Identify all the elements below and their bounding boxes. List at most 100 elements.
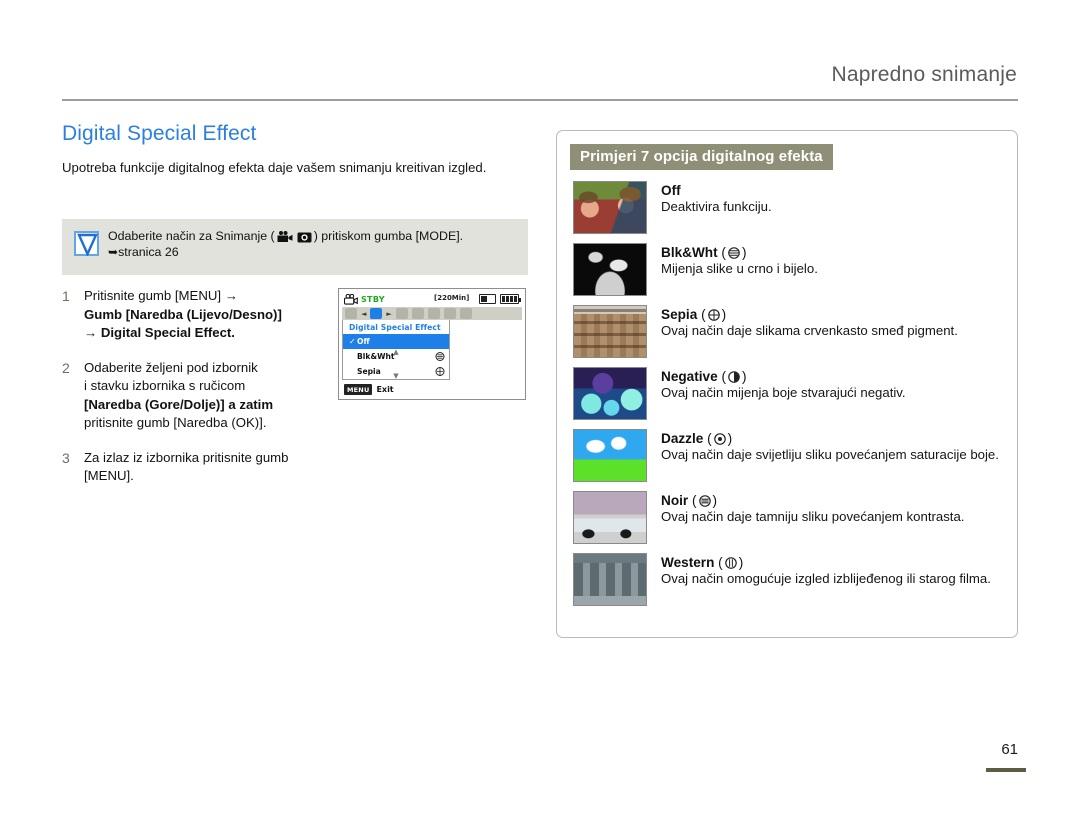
chevron-left-icon[interactable]: ◄ xyxy=(361,310,366,318)
steps-list: 1 Pritisnite gumb [MENU] → Gumb [Naredba… xyxy=(62,287,332,502)
effect-text: Sepia () Ovaj način daje slikama crvenka… xyxy=(661,305,958,358)
step-line: → Digital Special Effect. xyxy=(84,325,235,340)
step-text: Za izlaz iz izbornika pritisnite gumb [M… xyxy=(84,449,332,486)
tip-text-before: Odaberite način za Snimanje ( xyxy=(108,229,275,243)
effect-description: Ovaj način mijenja boje stvarajući negat… xyxy=(661,385,906,400)
effect-item-dazzle: Dazzle () Ovaj način daje svijetliju sli… xyxy=(573,429,1003,482)
step-line: Za izlaz iz izbornika pritisnite gumb [M… xyxy=(84,449,289,484)
lcd-record-time: [220Min] xyxy=(434,294,470,302)
effect-text: Noir () Ovaj način daje tamniju sliku po… xyxy=(661,491,964,544)
tab-grid-icon[interactable] xyxy=(443,308,456,319)
lcd-menu-panel: Digital Special Effect ✓ Off ▲ Blk&Wht S… xyxy=(342,320,450,380)
chevron-right-icon[interactable]: ► xyxy=(386,310,391,318)
camcorder-icon xyxy=(344,293,358,305)
page-number: 61 xyxy=(1001,741,1018,758)
step-number: 2 xyxy=(62,359,70,376)
thumbnail-sepia xyxy=(573,305,647,358)
tip-page-label: stranica 26 xyxy=(118,244,179,259)
lcd-menu-item-off[interactable]: ✓ Off xyxy=(343,334,449,349)
lcd-tab-bar[interactable]: ◄ ► xyxy=(342,306,522,320)
effect-description: Ovaj način daje tamniju sliku povećanjem… xyxy=(661,509,965,524)
tip-text-after-label: ) pritiskom gumba [MODE]. xyxy=(313,229,464,243)
effect-item-blk-wht: Blk&Wht () Mijenja slike u crno i bijelo… xyxy=(573,243,1003,296)
effect-name-label: Sepia xyxy=(661,307,698,322)
manual-page: Napredno snimanje Digital Special Effect… xyxy=(0,0,1080,825)
intro-paragraph: Upotreba funkcije digitalnog efekta daje… xyxy=(62,160,487,175)
tip-page-reference: ➥stranica 26 xyxy=(108,245,463,261)
dial-icon xyxy=(724,557,737,569)
effect-item-noir: Noir () Ovaj način daje tamniju sliku po… xyxy=(573,491,1003,544)
dial-icon xyxy=(728,371,740,383)
effect-name: Negative () xyxy=(661,368,906,385)
page-title: Digital Special Effect xyxy=(62,122,257,145)
effect-icon-paren: () xyxy=(707,431,733,446)
lcd-status-text: STBY xyxy=(361,294,385,304)
lcd-exit-hint[interactable]: MENU Exit xyxy=(344,384,394,395)
thumbnail-western xyxy=(573,553,647,606)
photo-camera-icon xyxy=(297,232,312,243)
check-mark-icon xyxy=(74,231,99,256)
dial-icon xyxy=(713,433,726,445)
tab-list-icon[interactable] xyxy=(427,308,440,319)
battery-icon xyxy=(500,294,521,304)
tab-camera-icon[interactable] xyxy=(345,308,357,319)
thumbnail-negative xyxy=(573,367,647,420)
step-line: Odaberite željeni pod izbornik xyxy=(84,359,258,375)
effect-name-label: Blk&Wht xyxy=(661,245,718,260)
effect-text: Dazzle () Ovaj način daje svijetliju sli… xyxy=(661,429,999,482)
effect-name-label: Western xyxy=(661,555,715,570)
tab-zoom-icon[interactable] xyxy=(395,308,408,319)
dial-icon xyxy=(698,495,711,507)
effect-description: Ovaj način daje svijetliju sliku povećan… xyxy=(661,447,999,462)
step-text: Pritisnite gumb [MENU] → Gumb [Naredba (… xyxy=(84,287,282,343)
step-number: 3 xyxy=(62,449,70,466)
effect-name-label: Off xyxy=(661,183,681,198)
lcd-exit-label: Exit xyxy=(376,385,394,394)
lcd-menu-item-label: Sepia xyxy=(357,367,381,376)
effect-description: Mijenja slike u crno i bijelo. xyxy=(661,261,818,276)
thumbnail-blk-wht xyxy=(573,243,647,296)
tip-box: Odaberite način za Snimanje ( ) pritiskom… xyxy=(62,219,528,275)
effect-name: Dazzle () xyxy=(661,430,999,447)
step-item: 2 Odaberite željeni pod izbornik i stavk… xyxy=(62,359,332,433)
effect-description: Deaktivira funkciju. xyxy=(661,199,772,214)
lcd-screen: STBY [220Min] ◄ ► Digital Special Effect xyxy=(342,292,522,396)
step-line: Pritisnite gumb [MENU] → xyxy=(84,288,238,303)
thumbnail-dazzle xyxy=(573,429,647,482)
left-column: Digital Special Effect Upotreba funkcije… xyxy=(62,122,527,177)
lcd-menu-item-sepia[interactable]: Sepia ▼ xyxy=(343,364,449,380)
scroll-down-icon[interactable]: ▼ xyxy=(393,372,398,380)
effect-text: Blk&Wht () Mijenja slike u crno i bijelo… xyxy=(661,243,818,296)
effect-text: Negative () Ovaj način mijenja boje stva… xyxy=(661,367,906,420)
lcd-menu-item-blkwht[interactable]: Blk&Wht xyxy=(343,349,449,364)
tab-settings-icon[interactable] xyxy=(459,308,472,319)
menu-button-badge: MENU xyxy=(344,384,373,395)
memory-card-icon xyxy=(479,294,496,304)
tip-text-after: ) pritiskom gumba [MODE]. xyxy=(314,229,463,243)
step-line: pritisnite gumb [Naredba (OK)]. xyxy=(84,415,267,430)
effect-name: Sepia () xyxy=(661,306,958,323)
effect-name-label: Negative xyxy=(661,369,718,384)
tab-effect-icon[interactable] xyxy=(370,308,383,319)
dial-icon xyxy=(707,309,720,321)
lcd-menu-item-label: Off xyxy=(357,337,370,346)
effect-icon-paren: () xyxy=(701,307,727,322)
tip-text: Odaberite način za Snimanje ( ) pritiskom… xyxy=(108,229,463,260)
examples-panel: Primjeri 7 opcija digitalnog efekta Off … xyxy=(556,130,1018,638)
effect-name: Blk&Wht () xyxy=(661,244,818,261)
footer-rule xyxy=(986,768,1026,772)
effect-text: Off Deaktivira funkciju. xyxy=(661,181,772,234)
effect-item-western: Western () Ovaj način omogućuje izgled i… xyxy=(573,553,1003,606)
check-icon: ✓ xyxy=(349,337,356,346)
effect-text: Western () Ovaj način omogućuje izgled i… xyxy=(661,553,991,606)
tab-display-icon[interactable] xyxy=(411,308,424,319)
lcd-menu-item-label: Blk&Wht xyxy=(357,352,395,361)
examples-panel-header: Primjeri 7 opcija digitalnog efekta xyxy=(570,144,833,170)
effect-icon-paren: () xyxy=(721,369,747,384)
step-line: [Naredba (Gore/Dolje)] a zatim xyxy=(84,396,274,412)
dial-icon xyxy=(435,352,445,361)
lcd-screen-illustration: STBY [220Min] ◄ ► Digital Special Effect xyxy=(338,288,526,400)
dial-icon xyxy=(728,247,740,259)
effect-name: Noir () xyxy=(661,492,964,509)
thumbnail-noir xyxy=(573,491,647,544)
